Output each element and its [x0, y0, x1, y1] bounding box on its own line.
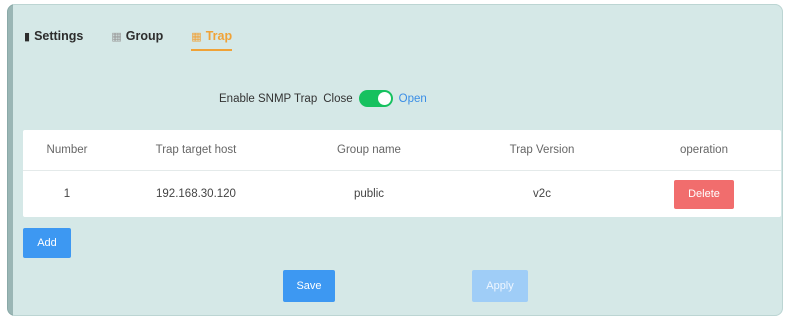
switch-knob	[377, 92, 391, 105]
table-header: Number Trap target host Group name Trap …	[23, 130, 781, 171]
col-group: Group name	[337, 144, 401, 156]
calendar-icon: ▦	[111, 30, 122, 43]
cell-operation: Delete	[627, 179, 781, 209]
snmp-trap-label: Enable SNMP Trap	[219, 92, 318, 105]
col-number: Number	[46, 144, 88, 156]
col-host: Trap target host	[155, 144, 237, 156]
tab-group[interactable]: ▦ Group	[111, 24, 163, 48]
tab-settings-label: Settings	[34, 29, 84, 43]
snmp-trap-switch[interactable]	[358, 90, 393, 107]
apply-button[interactable]: Apply	[472, 270, 528, 302]
delete-button[interactable]: Delete	[674, 179, 734, 209]
col-version: Trap Version	[509, 144, 575, 156]
tab-group-label: Group	[125, 29, 164, 43]
snmp-settings-panel: ▮ Settings ▦ Group ▦ Trap Enable SNMP Tr…	[7, 4, 783, 316]
cell-group: public	[353, 188, 385, 200]
tab-settings[interactable]: ▮ Settings	[24, 24, 83, 48]
document-icon: ▮	[24, 30, 31, 43]
col-operation: operation	[680, 144, 728, 156]
trap-table: Number Trap target host Group name Trap …	[23, 130, 781, 217]
save-button[interactable]: Save	[283, 270, 335, 302]
toggle-off-label: Close	[323, 92, 353, 105]
tab-trap[interactable]: ▦ Trap	[191, 24, 233, 51]
tab-bar: ▮ Settings ▦ Group ▦ Trap	[24, 24, 233, 51]
cell-version: v2c	[533, 188, 551, 200]
cell-number: 1	[63, 188, 71, 200]
toggle-on-label: Open	[398, 92, 427, 105]
tab-trap-label: Trap	[205, 29, 233, 43]
calendar-icon: ▦	[191, 30, 202, 43]
table-row: 1 192.168.30.120 public v2c Delete	[23, 171, 781, 217]
add-button[interactable]: Add	[23, 228, 71, 258]
snmp-trap-toggle-row: Enable SNMP Trap Close Open	[219, 90, 427, 107]
cell-host: 192.168.30.120	[156, 188, 236, 200]
